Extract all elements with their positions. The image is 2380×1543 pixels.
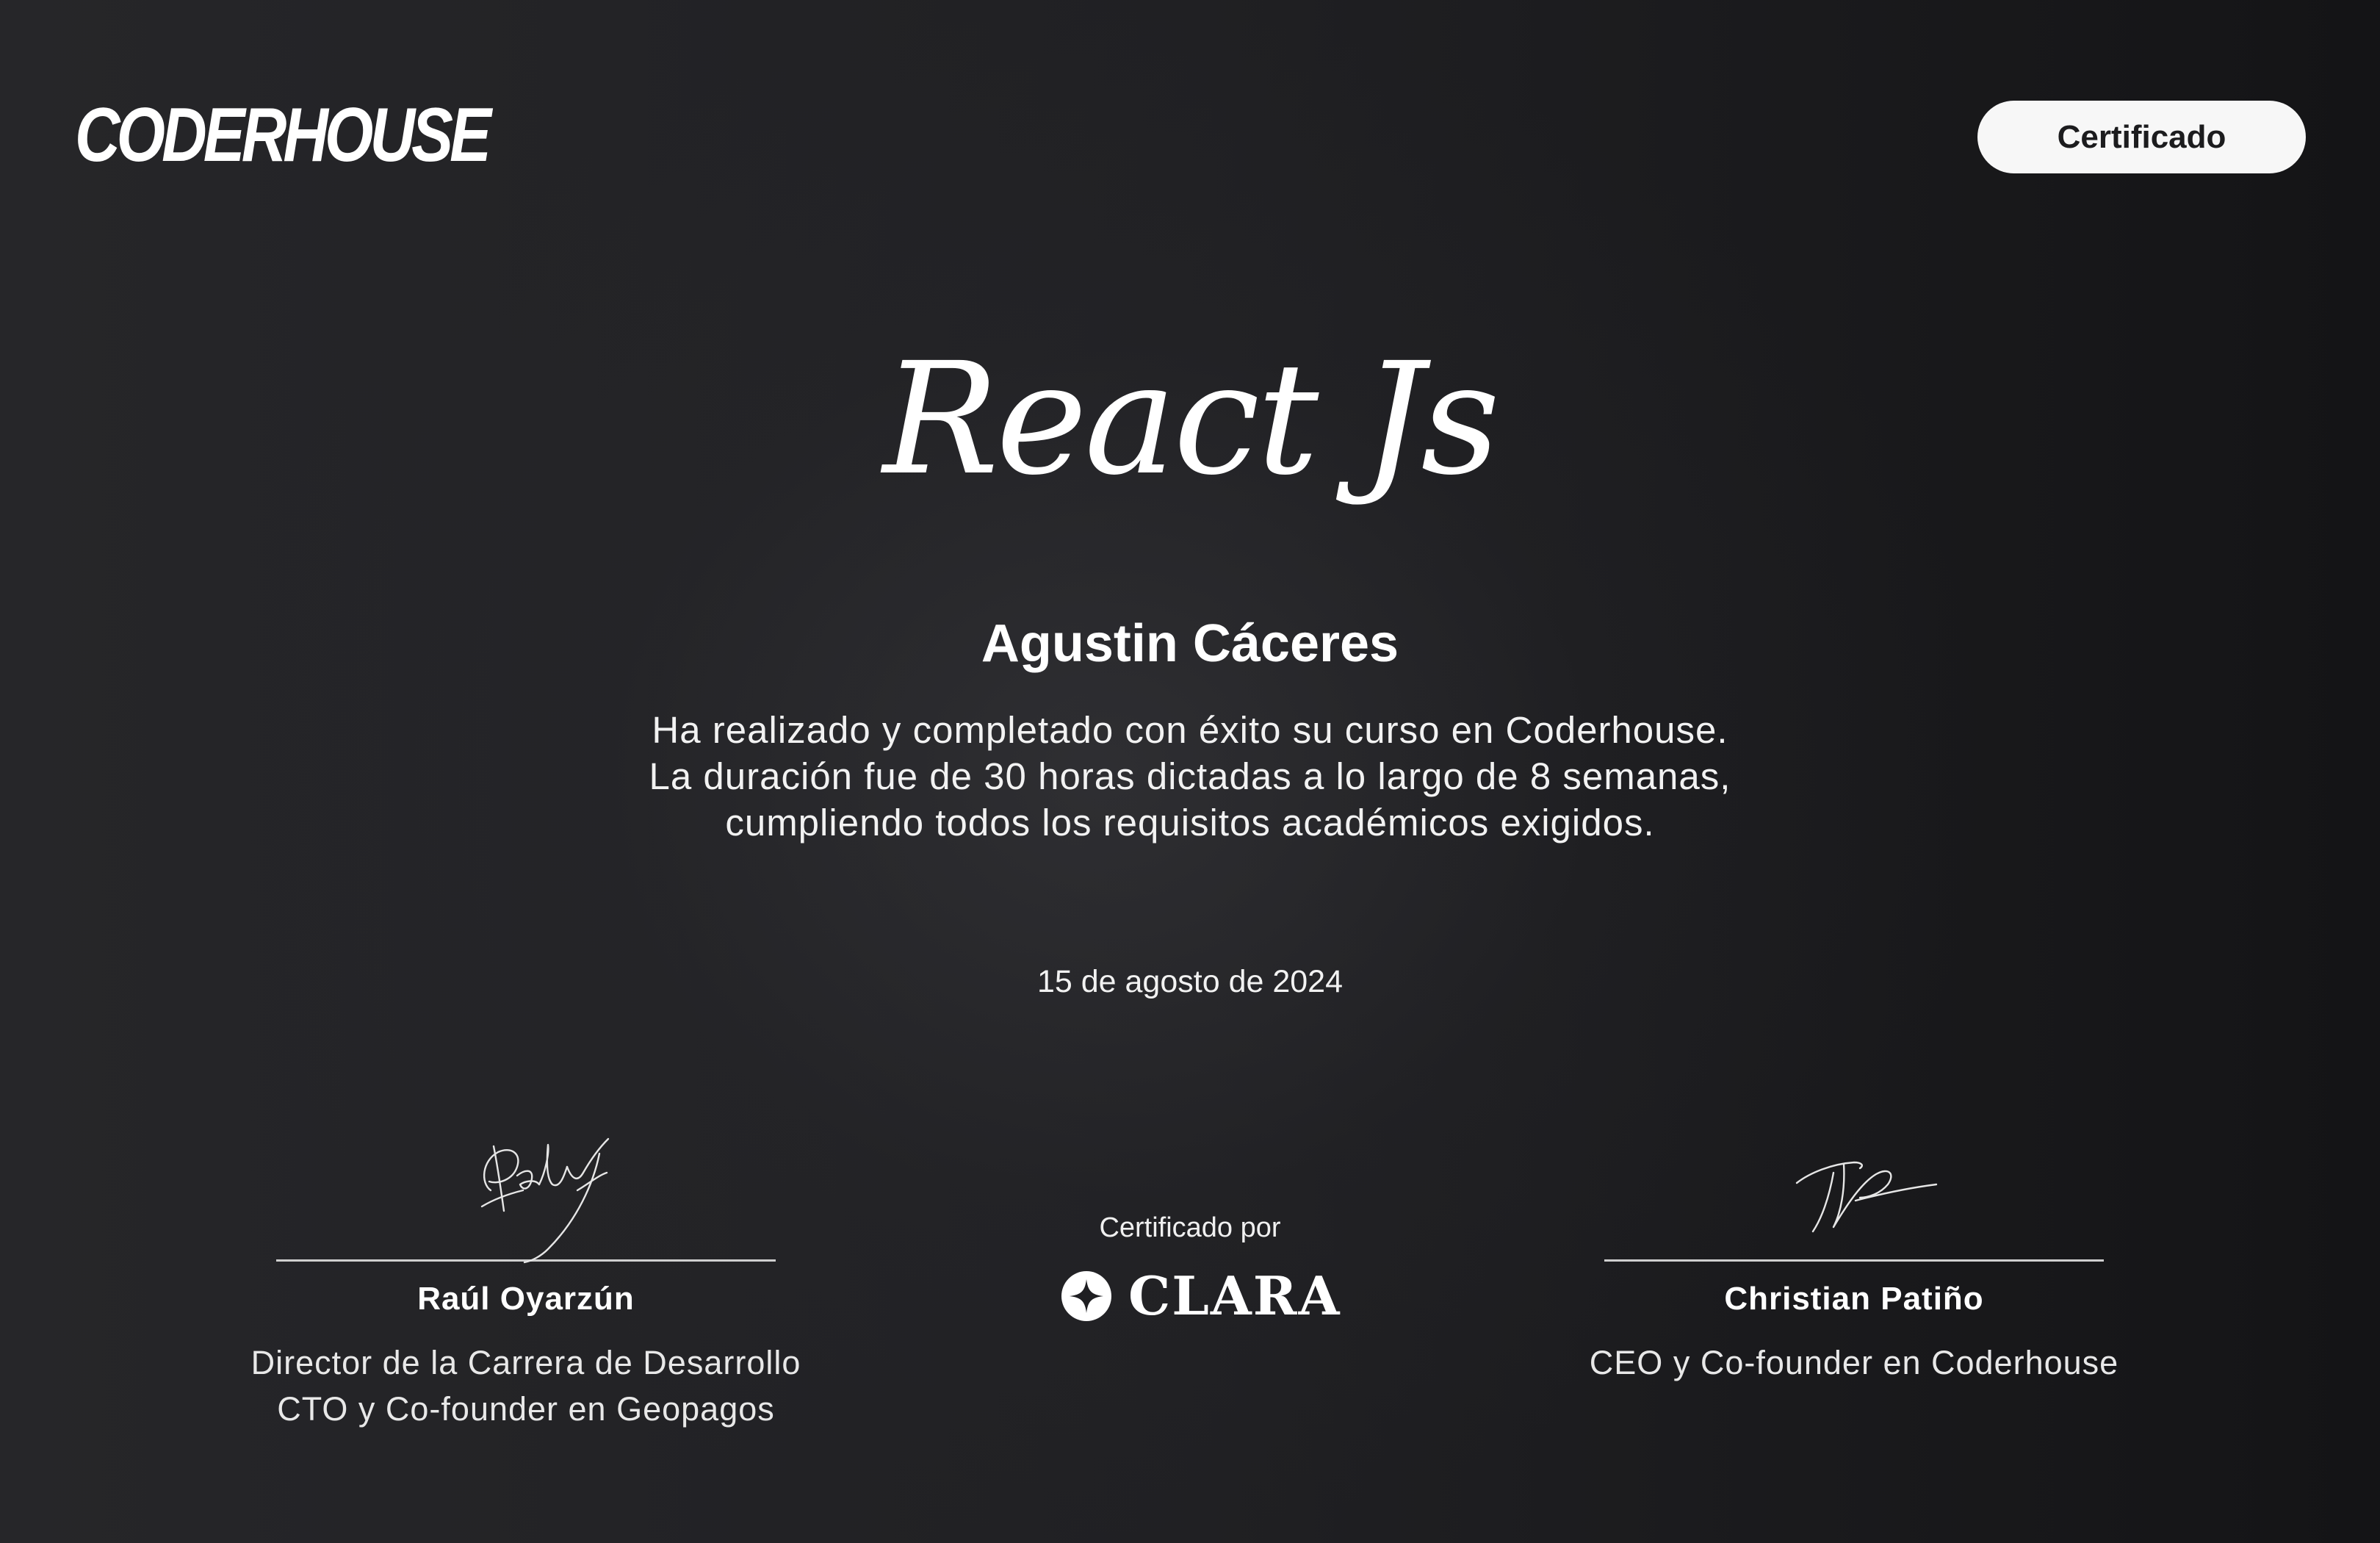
signer-role-line: Director de la Carrera de Desarrollo: [250, 1344, 801, 1381]
signer-role-line: CEO y Co-founder en Coderhouse: [1589, 1344, 2119, 1381]
certified-by-label: Certificado por: [1099, 1212, 1281, 1243]
coderhouse-logo: CODERHOUSE: [75, 93, 491, 178]
student-name: Agustin Cáceres: [981, 614, 1399, 673]
signer-role: Director de la Carrera de Desarrollo CTO…: [232, 1339, 820, 1432]
description-line: La duración fue de 30 horas dictadas a l…: [649, 755, 1731, 797]
certificate-badge: Certificado: [1977, 101, 2306, 173]
signature-raul: [480, 1137, 610, 1264]
clara-logo: CLARA: [1061, 1267, 1341, 1326]
certificate-description: Ha realizado y completado con éxito su c…: [0, 707, 2380, 846]
description-line: Ha realizado y completado con éxito su c…: [652, 709, 1728, 751]
signer-right: Christian Patiño CEO y Co-founder en Cod…: [1560, 1102, 2148, 1386]
clara-wordmark: CLARA: [1128, 1265, 1341, 1327]
clara-star-icon: [1061, 1271, 1111, 1321]
description-line: cumpliendo todos los requisitos académic…: [725, 802, 1655, 844]
issue-date: 15 de agosto de 2024: [1036, 964, 1344, 999]
signer-name: Raúl Oyarzún: [417, 1281, 635, 1317]
signer-name: Christian Patiño: [1724, 1281, 1984, 1317]
signer-role-line: CTO y Co-founder en Geopagos: [277, 1390, 775, 1428]
certificate-badge-label: Certificado: [2057, 118, 2226, 155]
signer-role: CEO y Co-founder en Coderhouse: [1560, 1339, 2148, 1386]
signer-left: Raúl Oyarzún Director de la Carrera de D…: [232, 1102, 820, 1432]
signature-line: [1604, 1259, 2104, 1262]
signature-christian: [1795, 1161, 1938, 1233]
course-title: React Js: [882, 329, 1500, 509]
